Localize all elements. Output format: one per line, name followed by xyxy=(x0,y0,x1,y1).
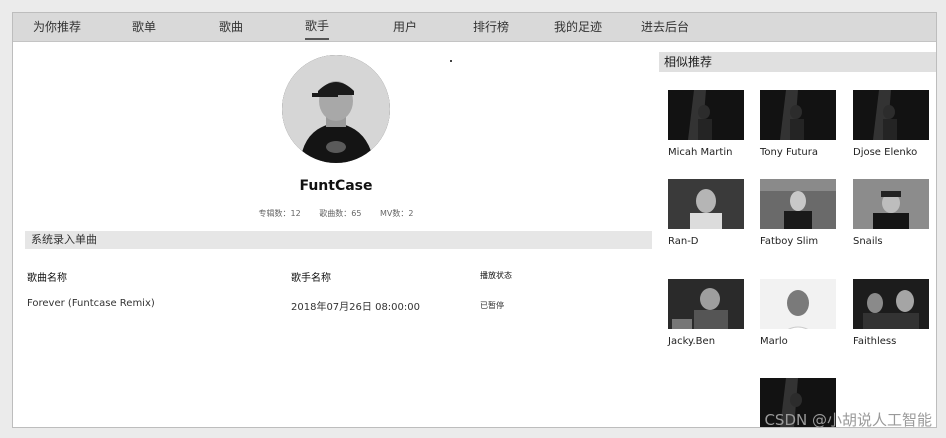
similar-artist-card[interactable]: Marlo xyxy=(760,279,838,359)
column-singer-name: 歌手名称 xyxy=(291,273,331,284)
nav-item-users[interactable]: 用户 xyxy=(393,13,417,41)
similar-artist-card[interactable]: Snails xyxy=(853,179,931,259)
similar-artist-name: Ran-D xyxy=(668,236,699,247)
similar-artist-name: Djose Elenko xyxy=(853,147,918,158)
similar-artist-card[interactable]: Djose Elenko xyxy=(853,90,931,170)
similar-artist-name: Faithless xyxy=(853,336,897,347)
nav-item-songs[interactable]: 歌曲 xyxy=(219,13,243,41)
nav-item-playlists[interactable]: 歌单 xyxy=(132,13,156,41)
artist-thumbnail xyxy=(853,279,929,329)
similar-artist-name: Marlo xyxy=(760,336,788,347)
album-count: 专辑数：12 xyxy=(258,209,301,218)
similar-artist-card[interactable]: Micah Martin xyxy=(668,90,746,170)
similar-artist-name: Micah Martin xyxy=(668,147,733,158)
song-time: 2018年07月26日 08:00:00 xyxy=(291,302,420,313)
decorative-dot xyxy=(450,60,452,62)
nav-item-recommend[interactable]: 为你推荐 xyxy=(33,13,81,41)
artist-thumbnail xyxy=(760,90,836,140)
artist-thumbnail xyxy=(853,90,929,140)
artist-thumbnail xyxy=(668,90,744,140)
similar-artist-name: Fatboy Slim xyxy=(760,236,819,247)
artist-stats: 专辑数：12 歌曲数：65 MV数：2 xyxy=(13,208,659,219)
watermark: CSDN @小胡说人工智能 xyxy=(764,411,932,429)
top-nav: 为你推荐 歌单 歌曲 歌手 用户 排行榜 我的足迹 进去后台 xyxy=(13,13,936,42)
nav-item-charts[interactable]: 排行榜 xyxy=(473,13,509,41)
similar-title: 相似推荐 xyxy=(659,52,936,72)
column-play-status: 播放状态 xyxy=(480,271,512,280)
nav-item-singers[interactable]: 歌手 xyxy=(305,13,330,40)
artist-thumbnail xyxy=(668,279,744,329)
column-song-name: 歌曲名称 xyxy=(27,273,67,284)
play-status[interactable]: 已暂停 xyxy=(480,300,504,311)
singles-section-title: 系统录入单曲 xyxy=(25,231,652,249)
similar-artist-name: Tony Futura xyxy=(760,147,819,158)
similar-artist-card[interactable]: Fatboy Slim xyxy=(760,179,838,259)
similar-artist-card[interactable]: Tony Futura xyxy=(760,90,838,170)
app-window: 为你推荐 歌单 歌曲 歌手 用户 排行榜 我的足迹 进去后台 FuntCase … xyxy=(12,12,937,428)
artist-thumbnail xyxy=(760,179,836,229)
nav-item-history[interactable]: 我的足迹 xyxy=(554,13,602,41)
artist-thumbnail xyxy=(760,279,836,329)
nav-item-admin[interactable]: 进去后台 xyxy=(641,13,689,41)
artist-thumbnail xyxy=(668,179,744,229)
similar-artist-card[interactable]: Faithless xyxy=(853,279,931,359)
similar-artist-card[interactable]: Jacky.Ben xyxy=(668,279,746,359)
similar-artist-card[interactable]: Ran-D xyxy=(668,179,746,259)
song-title[interactable]: Forever (Funtcase Remix) xyxy=(27,298,155,309)
artist-thumbnail xyxy=(853,179,929,229)
song-count: 歌曲数：65 xyxy=(319,209,362,218)
mv-count: MV数：2 xyxy=(380,209,414,218)
similar-artist-name: Snails xyxy=(853,236,883,247)
similar-artist-name: Jacky.Ben xyxy=(668,336,716,347)
artist-name: FuntCase xyxy=(299,178,373,194)
artist-avatar xyxy=(282,55,390,163)
